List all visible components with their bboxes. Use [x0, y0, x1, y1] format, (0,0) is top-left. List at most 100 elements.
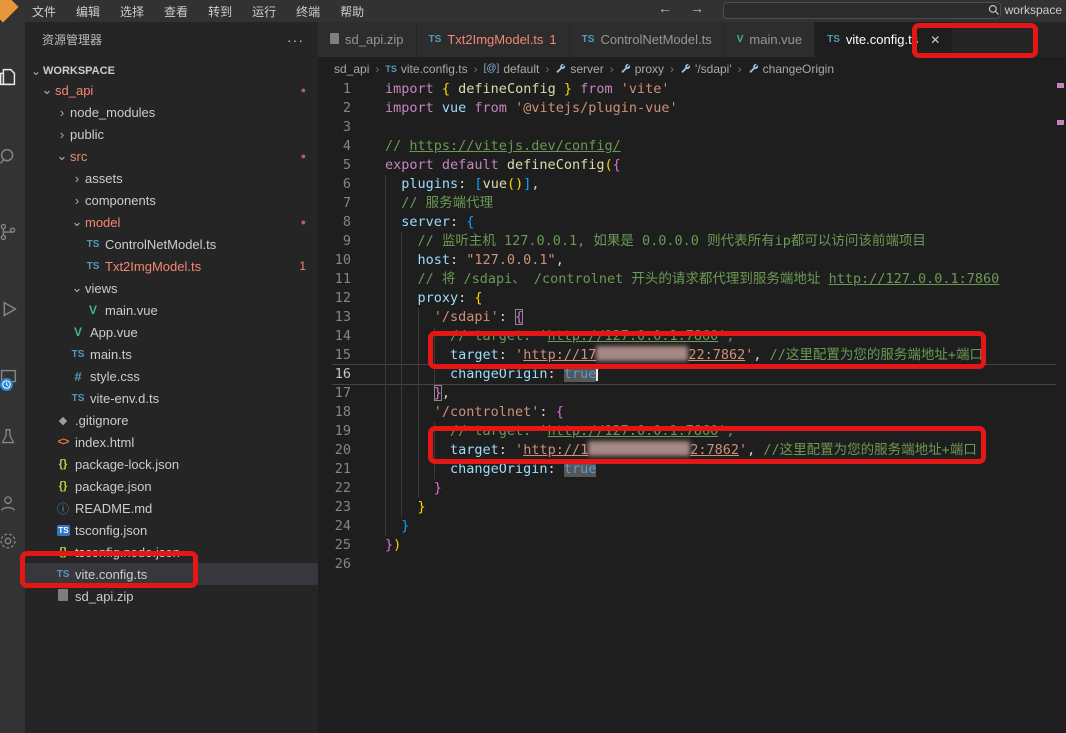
source-control-icon[interactable] — [0, 215, 25, 249]
indent-guide — [401, 327, 417, 346]
menu-item-转到[interactable]: 转到 — [198, 0, 242, 23]
menu-item-帮助[interactable]: 帮助 — [330, 0, 374, 23]
indent-guide — [418, 422, 434, 441]
code-line-25[interactable]: 25}) — [318, 536, 1066, 555]
breadcrumb-item-default[interactable]: [@]default — [484, 62, 540, 76]
breadcrumb-item-sdapi[interactable]: sd_api — [334, 62, 369, 76]
tree-item-label: sd_api.zip — [75, 589, 134, 604]
code-line-16[interactable]: 16changeOrigin: true — [318, 365, 1066, 384]
tree-item-README.md[interactable]: ⓘREADME.md — [25, 497, 318, 519]
code-editor[interactable]: 1import { defineConfig } from 'vite'2imp… — [318, 80, 1066, 574]
breadcrumb-item-changeOrigin[interactable]: changeOrigin — [748, 62, 834, 76]
account-icon[interactable] — [0, 486, 25, 520]
code-line-2[interactable]: 2import vue from '@vitejs/plugin-vue' — [318, 99, 1066, 118]
menu-item-选择[interactable]: 选择 — [110, 0, 154, 23]
tab-ControlNetModel.ts[interactable]: TSControlNetModel.ts — [570, 22, 725, 57]
breadcrumb-item-sdapi[interactable]: '/sdapi' — [680, 62, 732, 76]
code-line-12[interactable]: 12proxy: { — [318, 289, 1066, 308]
code-line-19[interactable]: 19// target: 'http://127.0.0.1:7860', — [318, 422, 1066, 441]
explorer-title: 资源管理器 — [42, 31, 102, 48]
tab-label: sd_api.zip — [345, 32, 404, 47]
tree-item-package-lock.json[interactable]: {}package-lock.json — [25, 453, 318, 475]
test-icon[interactable] — [0, 420, 25, 454]
tab-vite.config.ts[interactable]: TSvite.config.ts✕ — [815, 22, 953, 57]
breadcrumb-item-viteconfigts[interactable]: TSvite.config.ts — [385, 62, 467, 76]
code-line-13[interactable]: 13'/sdapi': { — [318, 308, 1066, 327]
code-line-8[interactable]: 8server: { — [318, 213, 1066, 232]
code-line-26[interactable]: 26 — [318, 555, 1066, 574]
breadcrumb-item-server[interactable]: server — [555, 62, 603, 76]
tree-item-main.vue[interactable]: Vmain.vue — [25, 299, 318, 321]
tree-item-ControlNetModel.ts[interactable]: TSControlNetModel.ts — [25, 233, 318, 255]
code-line-17[interactable]: 17}, — [318, 384, 1066, 403]
tab-Txt2ImgModel.ts[interactable]: TSTxt2ImgModel.ts1 — [417, 22, 570, 57]
indent-guide — [418, 441, 434, 460]
command-center-searchbox[interactable] — [723, 2, 1001, 19]
tree-item-sd_api.zip[interactable]: sd_api.zip — [25, 585, 318, 607]
tree-item-public[interactable]: ›public — [25, 123, 318, 145]
menu-item-编辑[interactable]: 编辑 — [66, 0, 110, 23]
tree-item-vite-env.d.ts[interactable]: TSvite-env.d.ts — [25, 387, 318, 409]
tree-item-sd_api[interactable]: ⌄sd_api● — [25, 79, 318, 101]
nav-back-icon[interactable]: ← — [658, 0, 672, 16]
code-line-4[interactable]: 4// https://vitejs.dev/config/ — [318, 137, 1066, 156]
indent-guide — [401, 403, 417, 422]
tree-item-index.html[interactable]: <>index.html — [25, 431, 318, 453]
tree-item-tsconfig.json[interactable]: TStsconfig.json — [25, 519, 318, 541]
menu-item-终端[interactable]: 终端 — [286, 0, 330, 23]
close-icon[interactable]: ✕ — [930, 33, 940, 47]
code-line-18[interactable]: 18'/controlnet': { — [318, 403, 1066, 422]
tree-item-components[interactable]: ›components — [25, 189, 318, 211]
code-line-23[interactable]: 23} — [318, 498, 1066, 517]
settings-gear-icon[interactable] — [0, 524, 25, 558]
menu-item-运行[interactable]: 运行 — [242, 0, 286, 23]
code-line-15[interactable]: 15target: 'http://1722:7862', //这里配置为您的服… — [318, 346, 1066, 365]
indent-guide — [418, 479, 434, 498]
code-line-1[interactable]: 1import { defineConfig } from 'vite' — [318, 80, 1066, 99]
code-line-5[interactable]: 5export default defineConfig({ — [318, 156, 1066, 175]
explorer-icon[interactable] — [0, 60, 25, 94]
code-line-3[interactable]: 3 — [318, 118, 1066, 137]
code-line-22[interactable]: 22} — [318, 479, 1066, 498]
tree-item-vite.config.ts[interactable]: TSvite.config.ts — [25, 563, 318, 585]
breadcrumb-item-proxy[interactable]: proxy — [620, 62, 664, 76]
menu-item-文件[interactable]: 文件 — [22, 0, 66, 23]
tree-item-package.json[interactable]: {}package.json — [25, 475, 318, 497]
vscode-window: 文件编辑选择查看转到运行终端帮助 ← → workspace 资源管理器 ···… — [0, 0, 1066, 733]
code-line-10[interactable]: 10host: "127.0.0.1", — [318, 251, 1066, 270]
tab-sd_api.zip[interactable]: sd_api.zip — [318, 22, 417, 57]
explorer-more-actions-icon[interactable]: ··· — [287, 32, 304, 48]
run-debug-icon[interactable] — [0, 292, 25, 326]
code-line-text: // 监听主机 127.0.0.1, 如果是 0.0.0.0 则代表所有ip都可… — [368, 232, 926, 251]
text-cursor — [596, 365, 598, 381]
code-line-20[interactable]: 20target: 'http://12:7862', //这里配置为您的服务端… — [318, 441, 1066, 460]
code-line-24[interactable]: 24} — [318, 517, 1066, 536]
tree-item-tsconfig.node.json[interactable]: {}tsconfig.node.json — [25, 541, 318, 563]
tree-item-Txt2ImgModel.ts[interactable]: TSTxt2ImgModel.ts1 — [25, 255, 318, 277]
search-icon[interactable] — [0, 140, 25, 174]
tree-item-App.vue[interactable]: VApp.vue — [25, 321, 318, 343]
code-line-21[interactable]: 21changeOrigin: true — [318, 460, 1066, 479]
tree-item-main.ts[interactable]: TSmain.ts — [25, 343, 318, 365]
tab-main.vue[interactable]: Vmain.vue — [725, 22, 815, 57]
code-line-9[interactable]: 9// 监听主机 127.0.0.1, 如果是 0.0.0.0 则代表所有ip都… — [318, 232, 1066, 251]
code-line-text — [368, 555, 385, 574]
breadcrumb-label: server — [570, 62, 603, 76]
tree-item-assets[interactable]: ›assets — [25, 167, 318, 189]
menu-item-查看[interactable]: 查看 — [154, 0, 198, 23]
tree-item-node_modules[interactable]: ›node_modules — [25, 101, 318, 123]
tree-item-src[interactable]: ⌄src● — [25, 145, 318, 167]
code-line-11[interactable]: 11// 将 /sdapi、 /controlnet 开头的请求都代理到服务端地… — [318, 270, 1066, 289]
tree-item-views[interactable]: ⌄views — [25, 277, 318, 299]
code-line-7[interactable]: 7// 服务端代理 — [318, 194, 1066, 213]
tree-item-model[interactable]: ⌄model● — [25, 211, 318, 233]
remote-clock-icon[interactable] — [0, 360, 25, 394]
error-count-badge: 1 — [299, 259, 306, 273]
code-line-14[interactable]: 14// target: 'http://127.0.0.1:7860', — [318, 327, 1066, 346]
nav-forward-icon[interactable]: → — [690, 0, 704, 16]
workspace-search[interactable]: workspace — [988, 3, 1062, 17]
indent-guide — [385, 270, 401, 289]
code-line-6[interactable]: 6plugins: [vue()], — [318, 175, 1066, 194]
tree-item-.gitignore[interactable]: ◆.gitignore — [25, 409, 318, 431]
tree-item-style.css[interactable]: #style.css — [25, 365, 318, 387]
